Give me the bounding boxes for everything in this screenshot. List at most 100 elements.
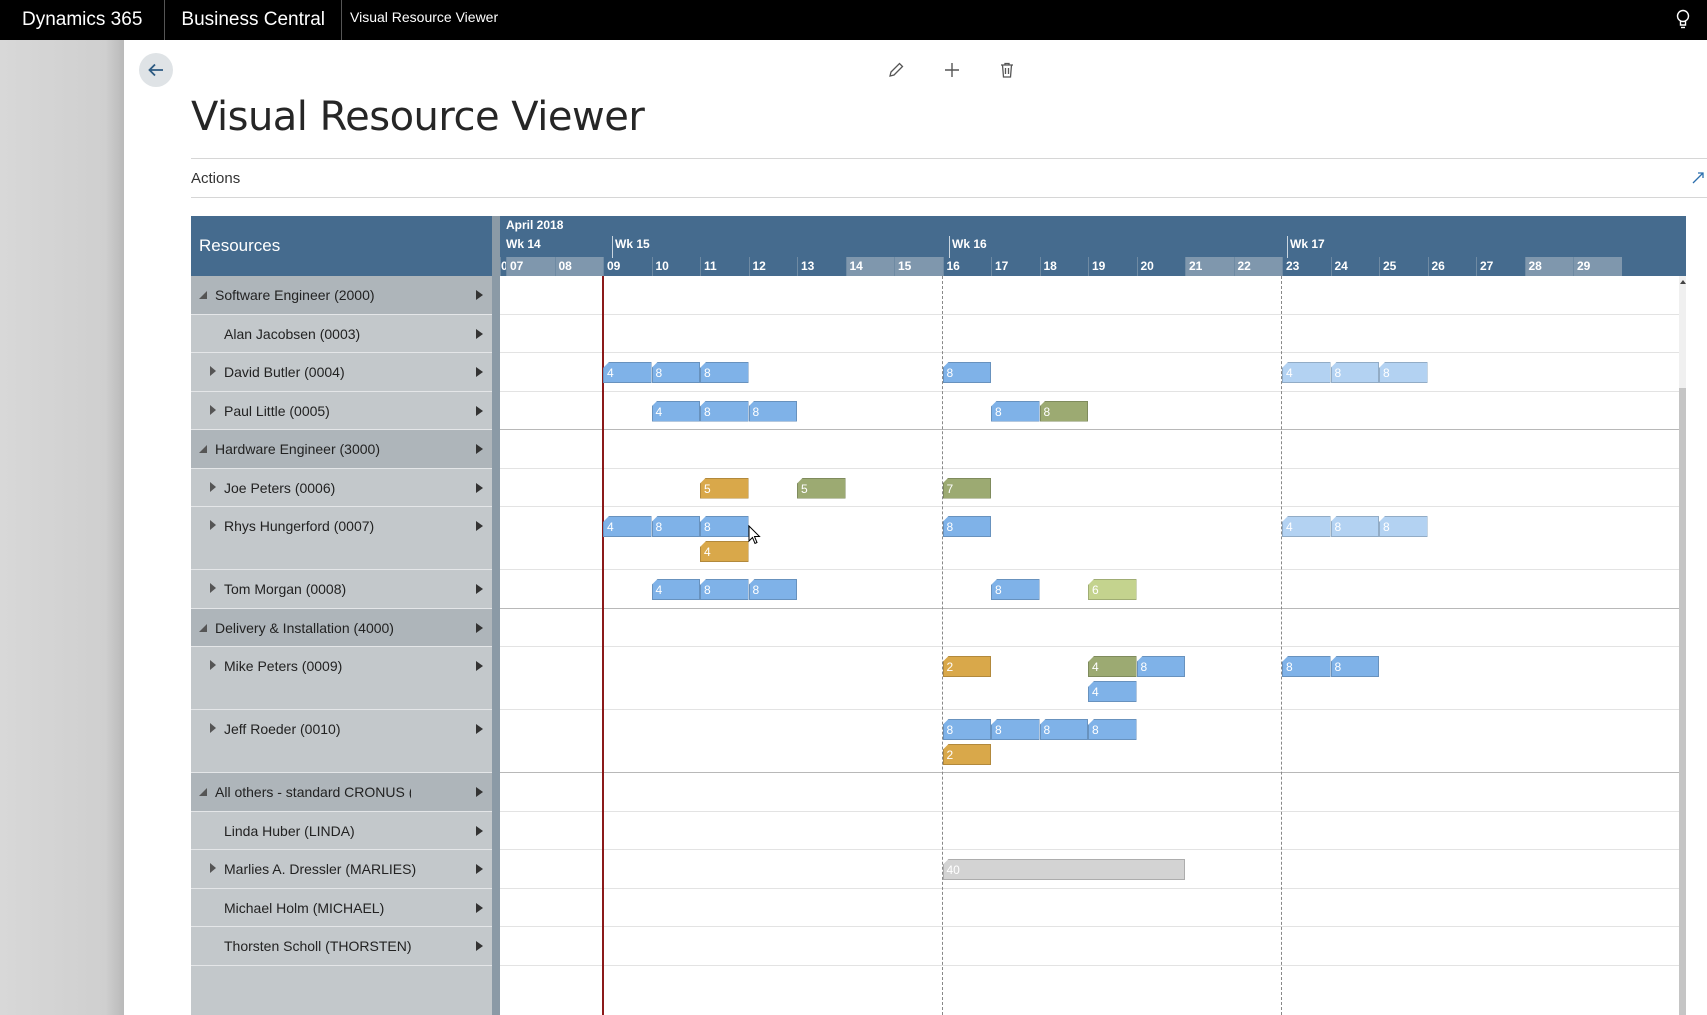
allocation-bar[interactable]: 4 <box>603 516 652 537</box>
allocation-bar[interactable]: 8 <box>700 516 749 537</box>
day-label: 17 <box>991 257 1040 276</box>
allocation-bar[interactable]: 8 <box>1039 719 1088 740</box>
allocation-bar[interactable]: 8 <box>991 719 1040 740</box>
allocation-bar[interactable]: 5 <box>797 477 846 499</box>
allocation-bar[interactable]: 8 <box>1330 656 1379 677</box>
resource-row[interactable]: Joe Peters (0006) <box>191 468 492 507</box>
allocation-bar[interactable]: 8 <box>991 400 1040 422</box>
allocation-bar[interactable]: 8 <box>700 362 749 383</box>
allocation-bar[interactable]: 4 <box>651 400 700 422</box>
allocation-bar[interactable]: 8 <box>748 579 797 600</box>
grid-row-line <box>500 646 1686 647</box>
resource-group-row[interactable]: Delivery & Installation (4000) <box>191 608 492 647</box>
row-menu-arrow-icon[interactable] <box>476 622 483 633</box>
row-menu-arrow-icon[interactable] <box>476 724 483 734</box>
collapse-icon[interactable] <box>1691 171 1705 190</box>
allocation-bar[interactable]: 8 <box>700 400 749 422</box>
resource-group-row[interactable]: Software Engineer (2000) <box>191 276 492 315</box>
allocation-bar[interactable]: 6 <box>1088 579 1137 600</box>
row-menu-arrow-icon[interactable] <box>476 521 483 531</box>
allocation-bar[interactable]: 4 <box>603 362 652 383</box>
allocation-bar[interactable]: 8 <box>1379 516 1428 537</box>
resource-row[interactable]: Alan Jacobsen (0003) <box>191 314 492 353</box>
row-menu-arrow-icon[interactable] <box>476 290 483 300</box>
row-menu-arrow-icon[interactable] <box>476 941 483 951</box>
resource-row[interactable]: Michael Holm (MICHAEL) <box>191 888 492 927</box>
allocation-bar[interactable]: 2 <box>942 656 991 677</box>
resource-row[interactable]: Paul Little (0005) <box>191 391 492 430</box>
collapse-triangle-icon[interactable] <box>199 445 207 453</box>
resource-row[interactable]: Linda Huber (LINDA) <box>191 811 492 850</box>
vertical-scrollbar[interactable] <box>1679 276 1686 1015</box>
row-menu-arrow-icon[interactable] <box>476 584 483 594</box>
collapse-triangle-icon[interactable] <box>199 623 207 632</box>
row-menu-arrow-icon[interactable] <box>476 405 483 416</box>
resource-group-row[interactable]: All others - standard CRONUS (999 <box>191 773 492 812</box>
row-menu-arrow-icon[interactable] <box>476 328 483 339</box>
expand-triangle-icon[interactable] <box>210 660 216 670</box>
allocation-bar[interactable]: 4 <box>651 579 700 600</box>
allocation-bar[interactable]: 8 <box>1330 362 1379 383</box>
collapse-triangle-icon[interactable] <box>199 291 207 299</box>
resource-row[interactable]: Rhys Hungerford (0007) <box>191 507 492 570</box>
back-button[interactable] <box>139 53 173 87</box>
new-button[interactable] <box>940 58 964 82</box>
row-menu-arrow-icon[interactable] <box>476 661 483 671</box>
allocation-bar[interactable]: 2 <box>942 744 991 765</box>
resource-row[interactable]: Thorsten Scholl (THORSTEN) <box>191 927 492 966</box>
expand-triangle-icon[interactable] <box>210 723 216 733</box>
resource-row[interactable]: Jeff Roeder (0010) <box>191 710 492 773</box>
allocation-bar[interactable]: 7 <box>942 477 991 499</box>
allocation-bar[interactable]: 8 <box>942 362 991 383</box>
allocation-bar[interactable]: 5 <box>700 477 749 499</box>
resource-row[interactable]: Marlies A. Dressler (MARLIES) <box>191 850 492 889</box>
allocation-bar[interactable]: 8 <box>991 579 1040 600</box>
lightbulb-icon[interactable] <box>1673 8 1693 32</box>
scrollbar-thumb[interactable] <box>1679 388 1686 1015</box>
expand-triangle-icon[interactable] <box>210 583 216 593</box>
allocation-bar[interactable]: 8 <box>1330 516 1379 537</box>
allocation-bar[interactable]: 4 <box>1088 681 1137 702</box>
allocation-bar[interactable]: 4 <box>1282 362 1331 383</box>
expand-triangle-icon[interactable] <box>210 366 216 376</box>
allocation-bar[interactable]: 8 <box>1136 656 1185 677</box>
actions-menu[interactable]: Actions <box>191 170 240 187</box>
resource-row[interactable]: Mike Peters (0009) <box>191 647 492 710</box>
expand-triangle-icon[interactable] <box>210 520 216 530</box>
row-menu-arrow-icon[interactable] <box>476 482 483 493</box>
allocation-bar[interactable]: 8 <box>651 362 700 383</box>
allocation-bar[interactable]: 8 <box>942 516 991 537</box>
allocation-bar[interactable]: 8 <box>1379 362 1428 383</box>
expand-triangle-icon[interactable] <box>210 481 216 492</box>
panel-splitter[interactable] <box>492 216 500 1015</box>
allocation-bar[interactable]: 8 <box>651 516 700 537</box>
row-menu-arrow-icon[interactable] <box>476 864 483 874</box>
allocation-bar[interactable]: 8 <box>942 719 991 740</box>
row-menu-arrow-icon[interactable] <box>476 367 483 377</box>
row-menu-arrow-icon[interactable] <box>476 444 483 454</box>
row-menu-arrow-icon[interactable] <box>476 902 483 913</box>
allocation-bar[interactable]: 8 <box>1282 656 1331 677</box>
allocation-bar[interactable]: 8 <box>748 400 797 422</box>
row-menu-arrow-icon[interactable] <box>476 787 483 797</box>
allocation-bar[interactable]: 4 <box>1282 516 1331 537</box>
resource-row[interactable]: Tom Morgan (0008) <box>191 570 492 609</box>
allocation-bar[interactable]: 4 <box>1088 656 1137 677</box>
edit-button[interactable] <box>884 58 908 82</box>
allocation-bar[interactable]: 8 <box>1039 400 1088 422</box>
allocation-bar[interactable]: 40 <box>942 859 1185 880</box>
brand-dynamics-365[interactable]: Dynamics 365 <box>0 0 166 40</box>
collapse-triangle-icon[interactable] <box>199 788 207 796</box>
day-label: 09 <box>603 257 652 276</box>
app-business-central[interactable]: Business Central <box>165 0 343 40</box>
allocation-bar[interactable]: 8 <box>700 579 749 600</box>
expand-triangle-icon[interactable] <box>210 404 216 415</box>
expand-triangle-icon[interactable] <box>210 863 216 873</box>
resource-row[interactable]: David Butler (0004) <box>191 353 492 392</box>
scroll-up-icon[interactable] <box>1680 280 1686 284</box>
allocation-bar[interactable]: 4 <box>700 541 749 562</box>
delete-button[interactable] <box>995 58 1019 82</box>
resource-group-row[interactable]: Hardware Engineer (3000) <box>191 430 492 469</box>
allocation-bar[interactable]: 8 <box>1088 719 1137 740</box>
row-menu-arrow-icon[interactable] <box>476 825 483 836</box>
